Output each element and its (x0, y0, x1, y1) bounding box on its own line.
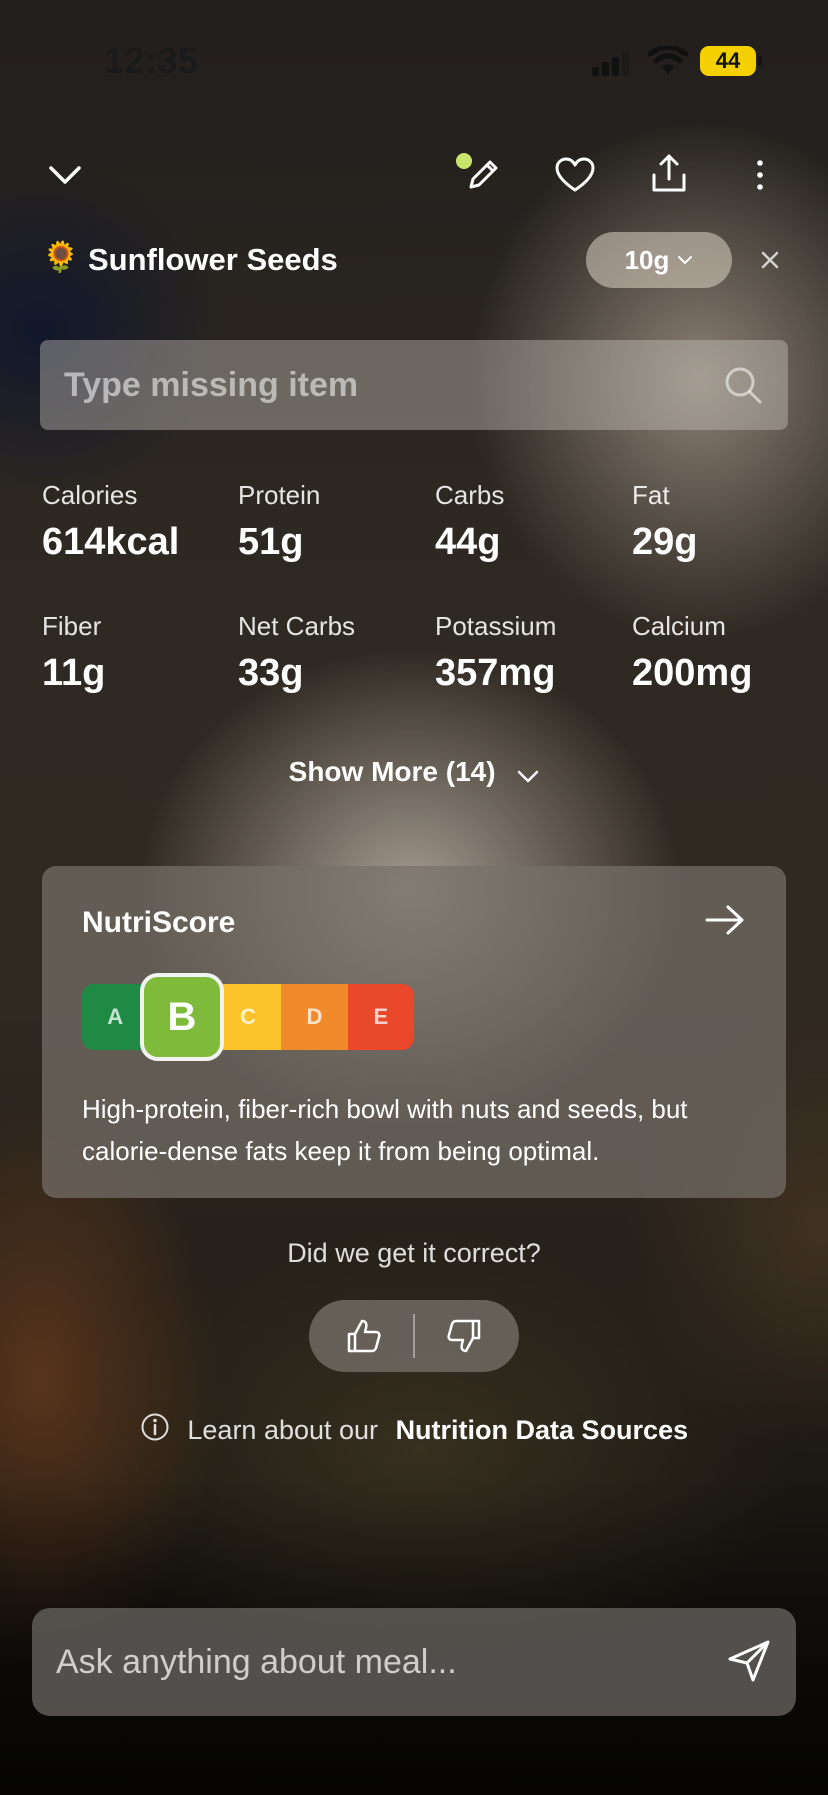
sunflower-icon: 🌻 (42, 241, 80, 274)
nutrient-value: 357mg (435, 652, 556, 694)
edit-indicator-dot (456, 153, 472, 169)
nutrient-fiber: Fiber 11g (42, 611, 232, 695)
nutrition-sources-row: Learn about our Nutrition Data Sources (0, 1412, 828, 1449)
learn-prefix: Learn about our (187, 1415, 379, 1445)
arrow-right-icon[interactable] (704, 904, 746, 941)
nutrient-value: 200mg (632, 652, 753, 694)
thumbs-up-icon[interactable] (329, 1300, 399, 1372)
chevron-down-icon[interactable] (40, 150, 90, 200)
nutrient-label: Net Carbs (238, 611, 356, 641)
feedback-divider (413, 1314, 415, 1358)
nutrient-label: Fiber (42, 611, 102, 641)
nutriscore-description: High-protein, fiber-rich bowl with nuts … (82, 1094, 688, 1166)
thumbs-down-icon[interactable] (429, 1300, 499, 1372)
status-bar: 12:35 44 (0, 0, 828, 120)
nutrient-label: Protein (238, 480, 321, 510)
nutrient-calories: Calories 614kcal (42, 480, 232, 564)
portion-selector[interactable]: 10g (586, 232, 732, 288)
grade-a: A (82, 984, 149, 1050)
food-item-row: 🌻 Sunflower Seeds 10g (40, 232, 788, 288)
top-toolbar (0, 140, 828, 220)
nutrient-protein: Protein 51g (238, 480, 428, 564)
grade-d: D (281, 984, 348, 1050)
food-item-name: Sunflower Seeds (88, 242, 338, 277)
nutrient-value: 33g (238, 652, 304, 694)
nutrient-net-carbs: Net Carbs 33g (238, 611, 428, 695)
nutrient-label: Fat (632, 480, 670, 510)
missing-item-field (40, 340, 788, 430)
chevron-down-icon (678, 256, 693, 265)
signal-icon (592, 52, 630, 76)
nutrient-value: 29g (632, 521, 698, 563)
nutrient-label: Calcium (632, 611, 726, 641)
battery-indicator: 44 (700, 46, 762, 76)
info-icon (140, 1412, 170, 1449)
feedback-toggle (309, 1300, 519, 1372)
grade-e: E (347, 984, 414, 1050)
grade-c: C (214, 984, 282, 1050)
send-icon[interactable] (726, 1638, 772, 1689)
nutrition-sources-link[interactable]: Nutrition Data Sources (396, 1415, 689, 1445)
status-time: 12:35 (104, 40, 199, 81)
nutrient-carbs: Carbs 44g (435, 480, 625, 564)
more-vertical-icon[interactable] (745, 150, 775, 200)
share-icon[interactable] (643, 148, 695, 200)
show-more-button[interactable]: Show More (14) (0, 756, 828, 790)
search-icon[interactable] (722, 364, 764, 411)
show-more-label: Show More (14) (288, 756, 496, 787)
nutrient-label: Carbs (435, 480, 505, 510)
ask-bar (32, 1608, 796, 1716)
nutrient-potassium: Potassium 357mg (435, 611, 625, 695)
portion-value: 10g (624, 244, 670, 275)
nutriscore-card[interactable]: NutriScore A C D E B High-protein, fiber… (42, 866, 786, 1198)
feedback-question: Did we get it correct? (287, 1238, 541, 1268)
nutriscore-scale: A C D E (82, 984, 414, 1050)
heart-icon[interactable] (549, 150, 601, 200)
nutrient-value: 51g (238, 521, 304, 563)
nutrient-calcium: Calcium 200mg (632, 611, 822, 695)
nutrient-label: Calories (42, 480, 138, 510)
nutrient-fat: Fat 29g (632, 480, 822, 564)
remove-item-button[interactable] (752, 242, 788, 278)
nutriscore-title: NutriScore (82, 906, 236, 939)
ask-input[interactable] (56, 1608, 696, 1716)
close-icon (761, 251, 779, 269)
nutrient-value: 614kcal (42, 521, 180, 563)
chevron-down-icon (517, 758, 539, 790)
missing-item-input[interactable] (64, 340, 704, 430)
nutrient-value: 44g (435, 521, 501, 563)
nutrient-value: 11g (42, 652, 106, 694)
wifi-icon (647, 44, 689, 81)
nutrient-label: Potassium (435, 611, 557, 641)
selected-grade-badge: B (140, 973, 224, 1061)
